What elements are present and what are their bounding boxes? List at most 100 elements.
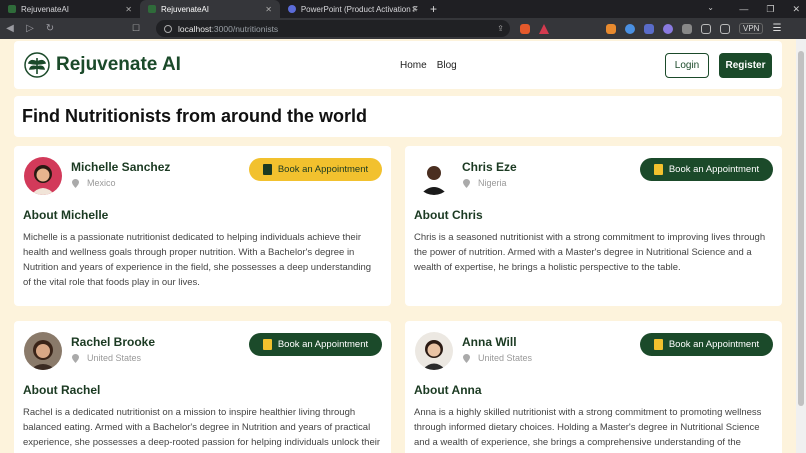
nutritionist-location: Nigeria — [463, 178, 507, 188]
nav-home[interactable]: Home — [400, 60, 427, 71]
avatar — [24, 157, 62, 195]
book-icon — [262, 164, 272, 175]
tab-label: RejuvenateAI — [161, 4, 210, 14]
favicon-icon — [288, 5, 296, 13]
scrollbar-thumb[interactable] — [798, 51, 804, 406]
about-heading: About Chris — [414, 208, 483, 222]
tab-label: RejuvenateAI — [21, 4, 70, 14]
book-appointment-button[interactable]: Book an Appointment — [249, 333, 382, 356]
site-header: Rejuvenate AI Home Blog Login Register — [14, 41, 782, 89]
book-appointment-button[interactable]: Book an Appointment — [249, 158, 382, 181]
location-pin-icon — [463, 353, 470, 363]
location-text: United States — [87, 353, 142, 363]
site-info-icon[interactable] — [164, 24, 172, 33]
window-controls: — ❐ ✕ — [739, 0, 800, 18]
nutritionist-name: Anna Will — [462, 335, 517, 349]
nutritionist-bio: Chris is a seasoned nutritionist with a … — [414, 232, 766, 273]
reload-icon[interactable]: ↻ — [40, 23, 60, 34]
browser-tab[interactable]: PowerPoint (Product Activation Failed) ✕ — [280, 0, 426, 18]
location-text: Nigeria — [478, 178, 507, 188]
browser-tab[interactable]: RejuvenateAI ✕ — [0, 0, 140, 18]
register-button[interactable]: Register — [719, 53, 772, 78]
avatar — [415, 157, 453, 195]
minimize-icon[interactable]: — — [739, 4, 748, 14]
page-title: Find Nutritionists from around the world — [22, 106, 367, 126]
browser-tab-bar: RejuvenateAI ✕ RejuvenateAI ✕ PowerPoint… — [0, 0, 806, 18]
book-label: Book an Appointment — [277, 339, 369, 350]
url-host: localhost — [178, 23, 212, 34]
book-icon — [262, 339, 272, 350]
maximize-icon[interactable]: ❐ — [766, 4, 774, 15]
extensions-area — [520, 20, 549, 37]
nutritionist-bio: Anna is a highly skilled nutritionist wi… — [414, 407, 762, 453]
book-icon — [653, 164, 663, 175]
bookmark-icon[interactable]: ☐ — [132, 23, 140, 34]
nutritionist-location: United States — [463, 353, 532, 363]
wallet-icon[interactable] — [720, 23, 730, 34]
about-heading: About Michelle — [23, 208, 109, 222]
nutritionist-location: Mexico — [72, 178, 116, 188]
nutritionist-location: United States — [72, 353, 141, 363]
location-text: Mexico — [87, 178, 116, 188]
sidebar-icon[interactable] — [701, 23, 711, 34]
leaf-logo-icon — [24, 52, 50, 78]
nutritionist-card: Rachel Brooke United States Book an Appo… — [14, 321, 391, 453]
nutritionist-name: Chris Eze — [462, 160, 517, 174]
close-tab-icon[interactable]: ✕ — [265, 5, 272, 14]
nutritionist-card: Chris Eze Nigeria Book an Appointment Ab… — [405, 146, 782, 306]
location-pin-icon — [72, 178, 79, 188]
nav-blog[interactable]: Blog — [437, 60, 457, 71]
forward-icon[interactable]: ▷ — [20, 23, 40, 34]
book-icon — [653, 339, 663, 350]
book-label: Book an Appointment — [668, 164, 760, 175]
nutritionist-name: Rachel Brooke — [71, 335, 156, 349]
page-scrollbar[interactable] — [796, 39, 806, 453]
about-heading: About Anna — [414, 383, 482, 397]
browser-toolbar: ◀ ▷ ↻ ☐ localhost:3000/nutritionists ⇪ V… — [0, 18, 806, 39]
logo-text: Rejuvenate AI — [56, 54, 181, 75]
nutritionist-bio: Rachel is a dedicated nutritionist on a … — [23, 407, 380, 453]
nutritionist-card: Michelle Sanchez Mexico Book an Appointm… — [14, 146, 391, 306]
extension-icon[interactable] — [663, 23, 673, 34]
close-window-icon[interactable]: ✕ — [792, 4, 800, 15]
metamask-icon[interactable] — [606, 23, 616, 34]
location-text: United States — [478, 353, 533, 363]
main-nav: Home Blog — [400, 60, 457, 71]
puzzle-icon[interactable] — [682, 23, 692, 34]
location-pin-icon — [72, 353, 79, 363]
avatar — [24, 332, 62, 370]
nutritionist-bio: Michelle is a passionate nutritionist de… — [23, 232, 372, 288]
browser-tab-active[interactable]: RejuvenateAI ✕ — [140, 0, 280, 18]
tab-label: PowerPoint (Product Activation Failed) — [300, 4, 418, 14]
extension-icon[interactable] — [644, 23, 654, 34]
site-logo[interactable]: Rejuvenate AI — [24, 52, 181, 78]
back-icon[interactable]: ◀ — [0, 23, 20, 34]
toolbar-extension-icons: VPN ☰ — [606, 21, 781, 36]
share-icon[interactable]: ⇪ — [497, 24, 504, 33]
page-viewport: Rejuvenate AI Home Blog Login Register F… — [0, 39, 796, 453]
avatar — [415, 332, 453, 370]
nutritionist-name: Michelle Sanchez — [71, 160, 171, 174]
book-label: Book an Appointment — [277, 164, 369, 175]
new-tab-icon[interactable]: + — [430, 2, 437, 16]
tab-search-icon[interactable]: ⌄ — [707, 3, 714, 12]
close-tab-icon[interactable]: ✕ — [411, 5, 418, 14]
login-button[interactable]: Login — [665, 53, 709, 78]
brave-rewards-icon[interactable] — [539, 23, 549, 34]
menu-icon[interactable]: ☰ — [772, 23, 781, 34]
vpn-button[interactable]: VPN — [739, 23, 764, 34]
brave-shield-icon[interactable] — [520, 23, 530, 34]
page-title-box: Find Nutritionists from around the world — [14, 96, 782, 137]
favicon-icon — [8, 5, 16, 13]
book-label: Book an Appointment — [668, 339, 760, 350]
url-path: :3000/nutritionists — [211, 23, 279, 34]
about-heading: About Rachel — [23, 383, 101, 397]
book-appointment-button[interactable]: Book an Appointment — [640, 333, 773, 356]
nutritionist-card: Anna Will United States Book an Appointm… — [405, 321, 782, 453]
extension-icon[interactable] — [625, 23, 635, 34]
favicon-icon — [148, 5, 156, 13]
address-bar[interactable]: localhost:3000/nutritionists ⇪ — [156, 20, 510, 37]
close-tab-icon[interactable]: ✕ — [125, 5, 132, 14]
location-pin-icon — [463, 178, 470, 188]
book-appointment-button[interactable]: Book an Appointment — [640, 158, 773, 181]
